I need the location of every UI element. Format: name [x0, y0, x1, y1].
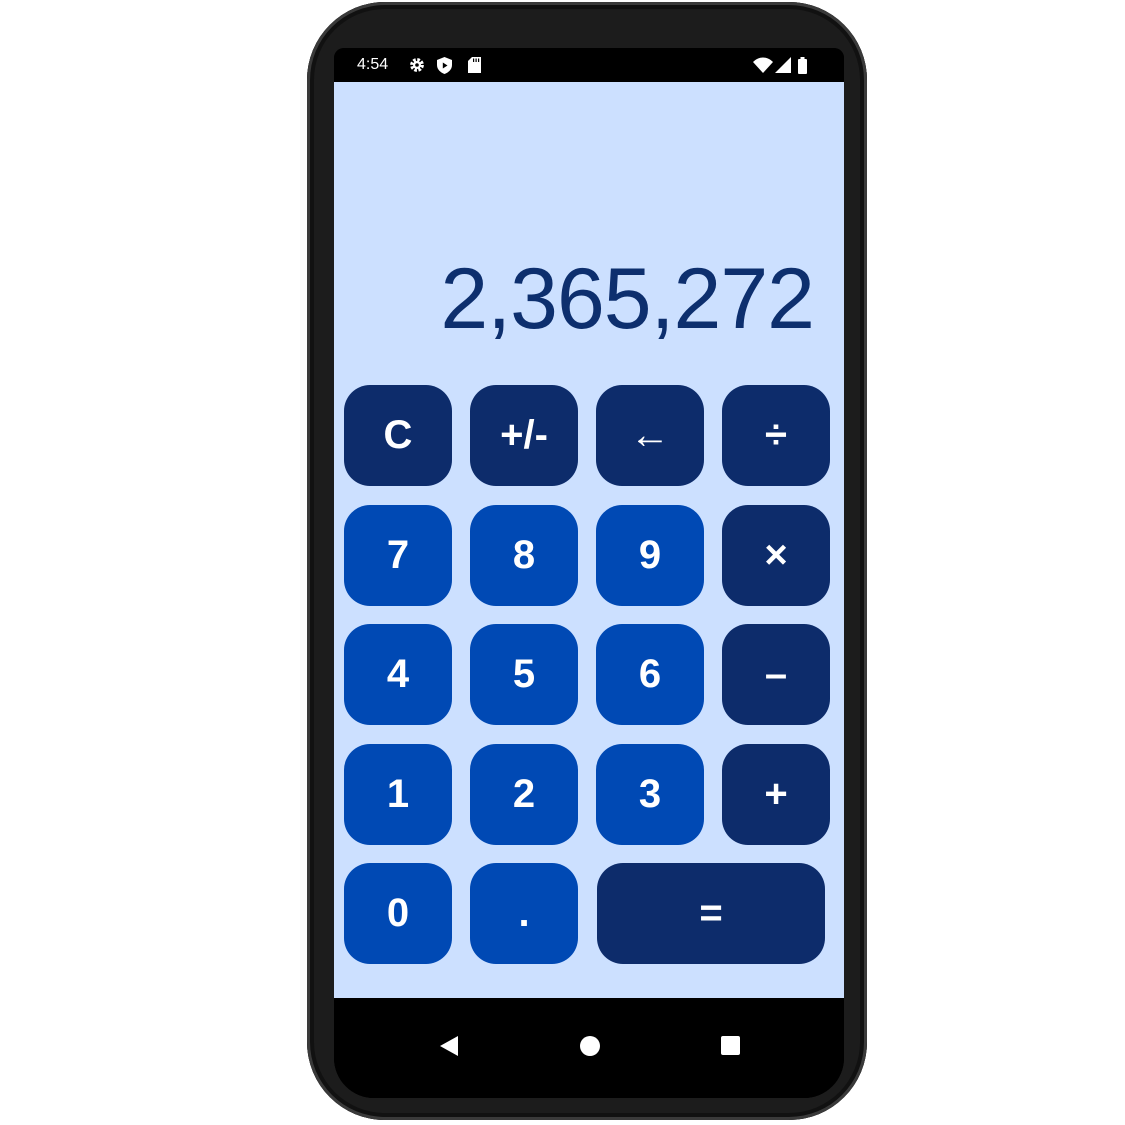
- digit-3-button[interactable]: 3: [596, 744, 704, 845]
- phone-screen: 4:54 2,365,272 C +/- ← ÷ 7 8 9 × 4 5 6 –…: [334, 48, 844, 1098]
- divide-button[interactable]: ÷: [722, 385, 830, 486]
- calculator-app: 2,365,272 C +/- ← ÷ 7 8 9 × 4 5 6 – 1 2 …: [334, 82, 844, 998]
- equals-button[interactable]: =: [597, 863, 825, 964]
- cell-signal-icon: [775, 57, 791, 73]
- digit-5-button[interactable]: 5: [470, 624, 578, 725]
- decimal-button[interactable]: .: [470, 863, 578, 964]
- shield-play-icon: [437, 57, 452, 74]
- status-bar: 4:54: [334, 48, 844, 82]
- result-display: 2,365,272: [440, 251, 815, 347]
- sign-toggle-button[interactable]: +/-: [470, 385, 578, 486]
- gear-icon: [410, 58, 424, 72]
- digit-7-button[interactable]: 7: [344, 505, 452, 606]
- digit-6-button[interactable]: 6: [596, 624, 704, 725]
- subtract-button[interactable]: –: [722, 624, 830, 725]
- multiply-button[interactable]: ×: [722, 505, 830, 606]
- recents-icon[interactable]: [721, 1036, 740, 1055]
- navigation-bar: [334, 998, 844, 1098]
- add-button[interactable]: +: [722, 744, 830, 845]
- battery-icon: [798, 57, 807, 74]
- digit-4-button[interactable]: 4: [344, 624, 452, 725]
- home-icon[interactable]: [580, 1036, 600, 1056]
- digit-0-button[interactable]: 0: [344, 863, 452, 964]
- digit-2-button[interactable]: 2: [470, 744, 578, 845]
- digit-8-button[interactable]: 8: [470, 505, 578, 606]
- clear-button[interactable]: C: [344, 385, 452, 486]
- status-time: 4:54: [357, 56, 389, 73]
- sd-card-icon: [468, 57, 481, 73]
- wifi-icon: [753, 57, 773, 73]
- back-icon[interactable]: [440, 1036, 458, 1056]
- digit-9-button[interactable]: 9: [596, 505, 704, 606]
- backspace-button[interactable]: ←: [596, 385, 704, 486]
- digit-1-button[interactable]: 1: [344, 744, 452, 845]
